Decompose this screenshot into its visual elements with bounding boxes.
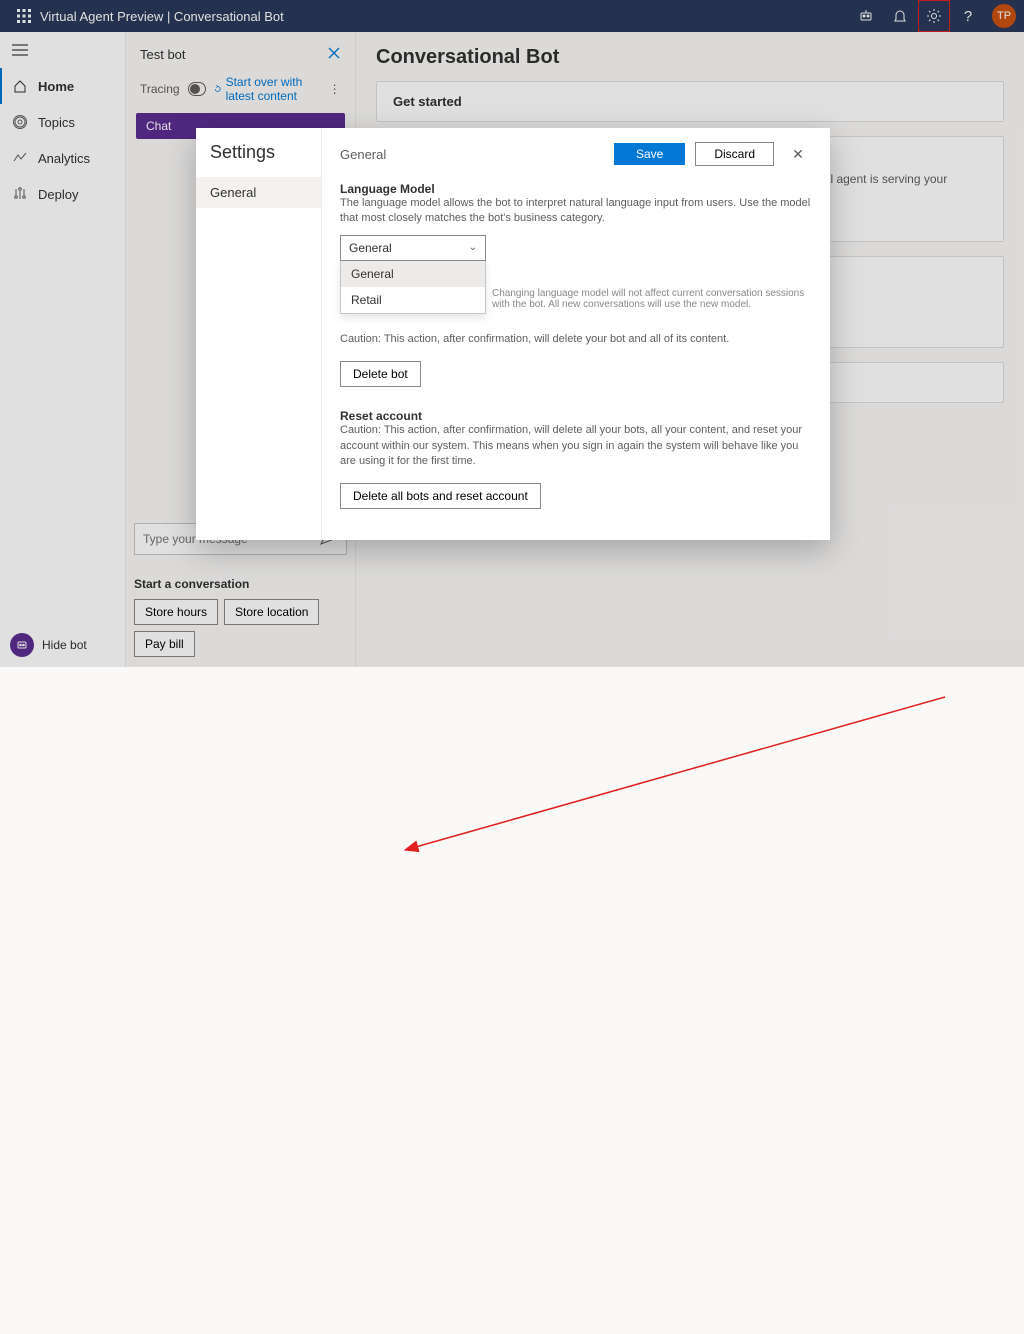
reset-account-desc: Caution: This action, after confirmation… bbox=[340, 423, 812, 469]
modal-close-icon[interactable]: ✕ bbox=[784, 146, 812, 163]
language-model-note: Changing language model will not affect … bbox=[492, 288, 812, 310]
modal-breadcrumb: General bbox=[340, 147, 604, 162]
dropdown-option-general[interactable]: General bbox=[341, 261, 485, 287]
modal-sidebar: Settings General bbox=[196, 128, 322, 540]
language-model-desc: The language model allows the bot to int… bbox=[340, 196, 812, 227]
chevron-down-icon: ⌄ bbox=[469, 242, 477, 253]
discard-button[interactable]: Discard bbox=[695, 142, 774, 166]
modal-side-general[interactable]: General bbox=[196, 177, 321, 208]
language-model-heading: Language Model bbox=[340, 182, 812, 196]
annotation-arrow bbox=[0, 667, 1024, 1334]
dropdown-option-retail[interactable]: Retail bbox=[341, 287, 485, 313]
reset-account-heading: Reset account bbox=[340, 409, 812, 423]
delete-bot-desc: Caution: This action, after confirmation… bbox=[340, 332, 812, 347]
settings-modal: Settings General General Save Discard ✕ … bbox=[196, 128, 830, 540]
reset-account-button[interactable]: Delete all bots and reset account bbox=[340, 483, 541, 509]
modal-title: Settings bbox=[196, 142, 321, 177]
delete-bot-button[interactable]: Delete bot bbox=[340, 361, 421, 387]
dropdown-value: General bbox=[349, 241, 392, 255]
language-model-dropdown[interactable]: General ⌄ bbox=[340, 235, 486, 261]
save-button[interactable]: Save bbox=[614, 143, 685, 165]
dropdown-options-list: General Retail bbox=[340, 261, 486, 314]
